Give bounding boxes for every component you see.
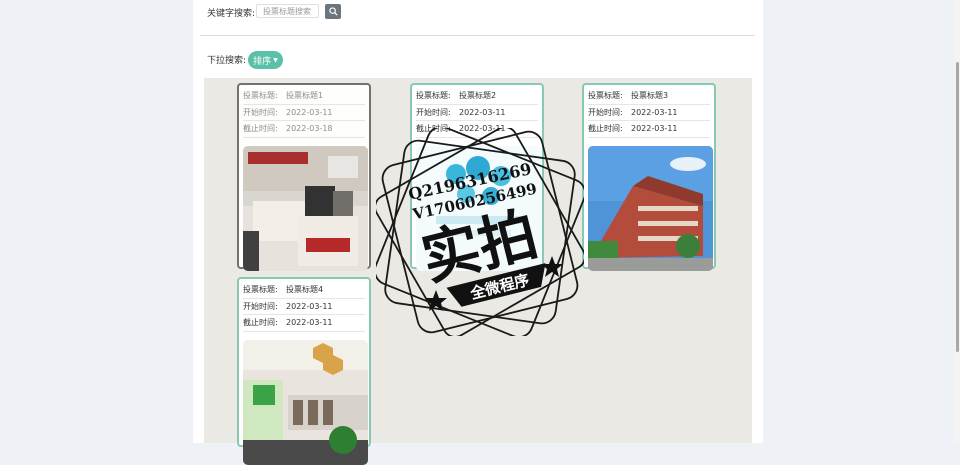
card-image-poster[interactable] — [416, 145, 541, 271]
card-start-row: 开始时间: 2022-03-11 — [243, 299, 365, 315]
card-start-date: 2022-03-11 — [286, 107, 333, 117]
vote-card[interactable]: 投票标题: 投票标题4 开始时间: 2022-03-11 截止时间: 2022-… — [237, 277, 371, 465]
card-start-date: 2022-03-11 — [286, 301, 333, 311]
field-label-title: 投票标题: — [588, 91, 623, 101]
card-end-row: 截止时间: 2022-03-11 — [243, 315, 365, 332]
field-label-start: 开始时间: — [416, 107, 451, 117]
vote-card[interactable]: 投票标题: 投票标题2 开始时间: 2022-03-11 截止时间: 2022-… — [410, 83, 544, 271]
field-label-title: 投票标题: — [243, 91, 278, 101]
card-image-office[interactable] — [243, 145, 368, 271]
caret-down-icon: ▼ — [273, 56, 278, 64]
vote-card[interactable]: 投票标题: 投票标题1 开始时间: 2022-03-11 截止时间: 2022-… — [237, 83, 371, 271]
field-label-end: 截止时间: — [588, 124, 623, 134]
card-end-row: 截止时间: 2022-03-11 — [416, 121, 538, 138]
scrollbar-thumb[interactable] — [956, 62, 959, 352]
card-image-library[interactable] — [243, 339, 368, 465]
search-input[interactable]: 投票标题搜索 — [256, 4, 319, 18]
divider — [200, 35, 755, 36]
card-end-row: 截止时间: 2022-03-18 — [243, 121, 365, 138]
left-gutter — [0, 0, 193, 443]
field-label-end: 截止时间: — [243, 124, 278, 134]
search-button[interactable] — [325, 4, 341, 19]
card-title-row: 投票标题: 投票标题1 — [243, 88, 365, 105]
dropdown-search-label: 下拉搜索: — [207, 56, 247, 66]
right-gutter — [763, 0, 960, 443]
card-start-row: 开始时间: 2022-03-11 — [588, 105, 710, 121]
card-image-building[interactable] — [588, 145, 713, 271]
search-icon — [328, 7, 338, 16]
card-title: 投票标题3 — [631, 91, 669, 101]
card-end-date: 2022-03-18 — [286, 124, 333, 134]
vote-card[interactable]: 投票标题: 投票标题3 开始时间: 2022-03-11 截止时间: 2022-… — [582, 83, 716, 271]
card-end-row: 截止时间: 2022-03-11 — [588, 121, 710, 138]
sort-dropdown-button[interactable]: 排序 ▼ — [248, 51, 283, 69]
field-label-start: 开始时间: — [243, 107, 278, 117]
keyword-search-label: 关键字搜索: — [207, 8, 256, 19]
field-label-title: 投票标题: — [416, 91, 451, 101]
field-label-start: 开始时间: — [588, 107, 623, 117]
card-title-row: 投票标题: 投票标题3 — [588, 88, 710, 105]
keyword-search-row: 关键字搜索: — [207, 3, 255, 21]
field-label-title: 投票标题: — [243, 285, 278, 295]
card-title: 投票标题2 — [459, 91, 497, 101]
field-label-start: 开始时间: — [243, 301, 278, 311]
card-title: 投票标题1 — [286, 91, 324, 101]
card-end-date: 2022-03-11 — [459, 124, 506, 134]
card-start-row: 开始时间: 2022-03-11 — [416, 105, 538, 121]
card-end-date: 2022-03-11 — [286, 318, 333, 328]
card-title-row: 投票标题: 投票标题2 — [416, 88, 538, 105]
card-start-row: 开始时间: 2022-03-11 — [243, 105, 365, 121]
card-start-date: 2022-03-11 — [631, 107, 678, 117]
card-start-date: 2022-03-11 — [459, 107, 506, 117]
card-end-date: 2022-03-11 — [631, 124, 678, 134]
card-title: 投票标题4 — [286, 285, 324, 295]
field-label-end: 截止时间: — [243, 318, 278, 328]
field-label-end: 截止时间: — [416, 124, 451, 134]
card-title-row: 投票标题: 投票标题4 — [243, 282, 365, 299]
sort-label: 排序 — [253, 56, 272, 67]
